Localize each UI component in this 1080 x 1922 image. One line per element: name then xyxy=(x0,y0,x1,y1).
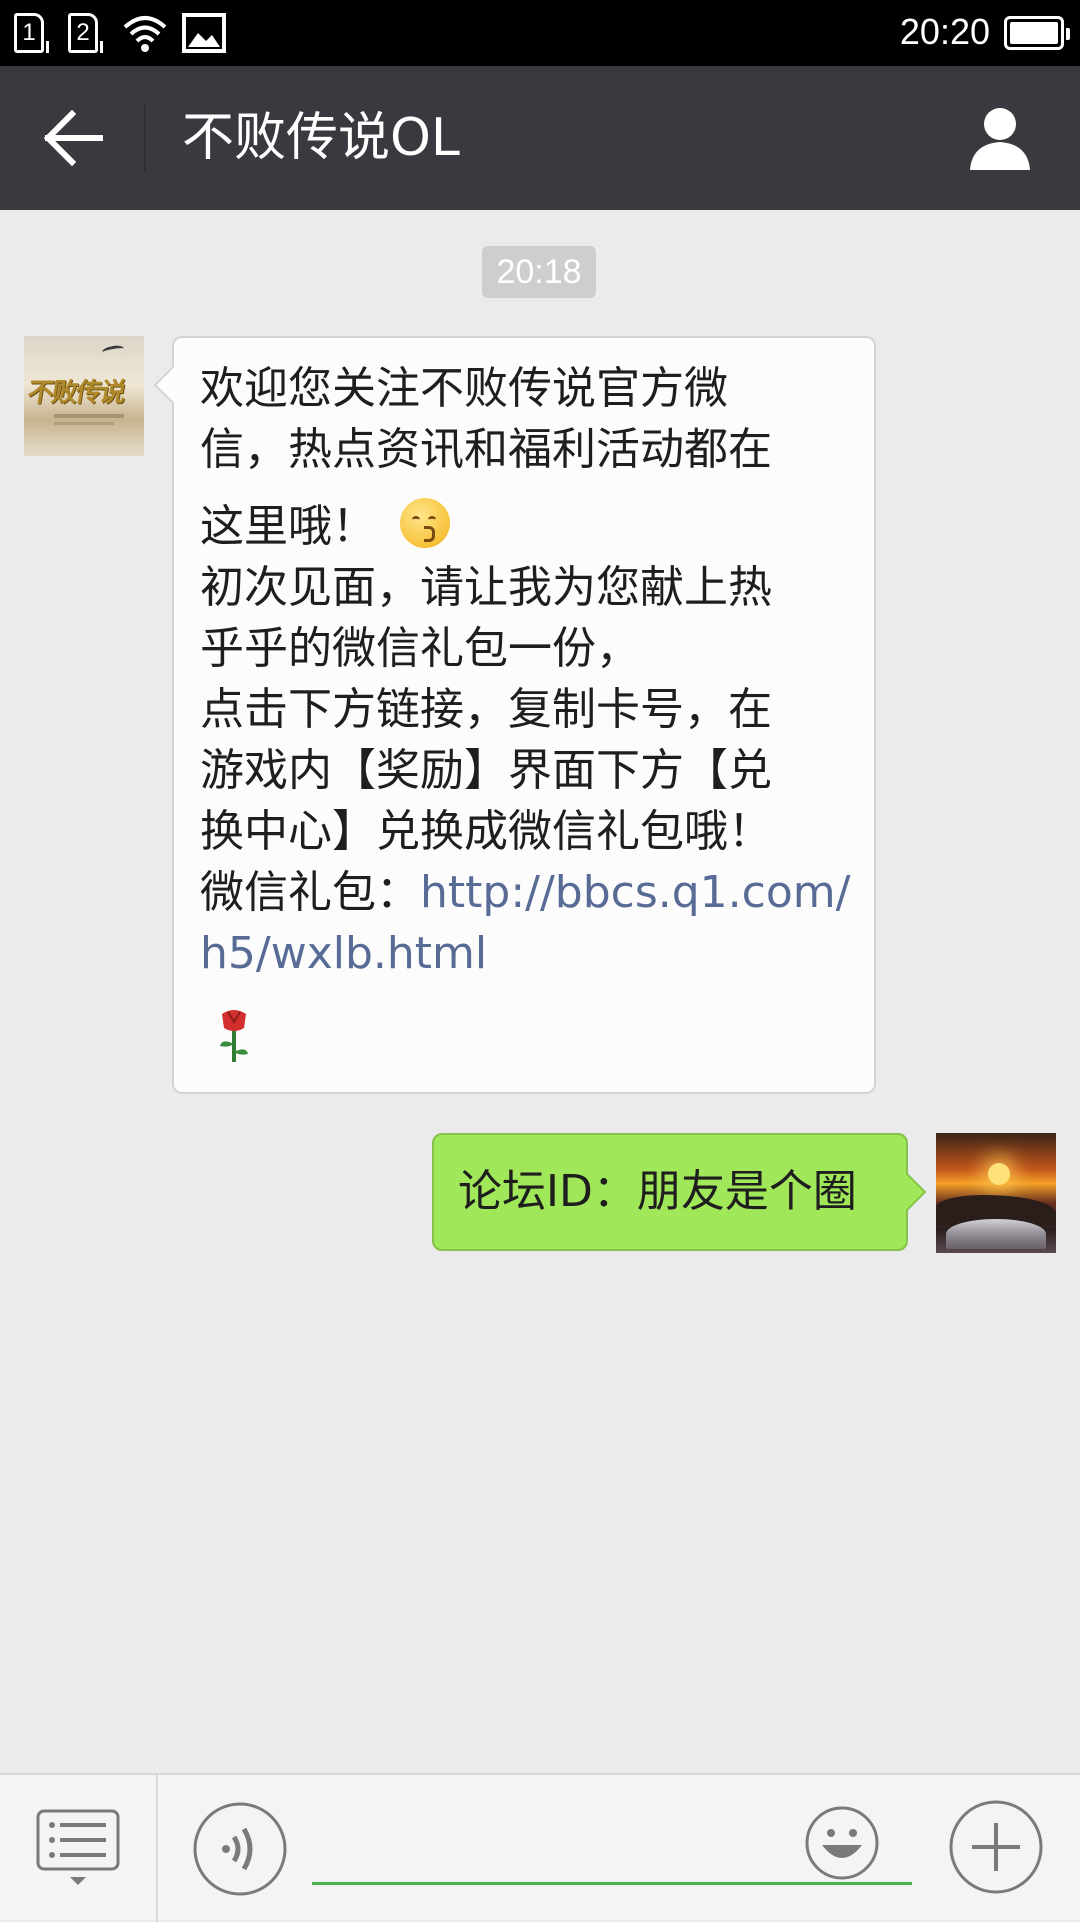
message-timestamp: 20:18 xyxy=(482,246,596,298)
message-line-with-emoji: 这里哦！ xyxy=(200,496,860,557)
image-notification-icon xyxy=(182,13,226,53)
kissing-face-icon xyxy=(400,498,450,548)
message-line: 初次见面，请让我为您献上热 xyxy=(200,562,772,613)
wifi-icon xyxy=(123,16,167,52)
gift-label: 微信礼包： xyxy=(200,867,420,918)
menu-list-icon[interactable] xyxy=(36,1809,120,1889)
chat-header: 不败传说OL xyxy=(0,66,1080,210)
outgoing-message-text: 论坛ID：朋友是个圈 xyxy=(458,1166,857,1217)
plus-icon[interactable] xyxy=(948,1799,1044,1895)
message-line: 信，热点资讯和福利活动都在 xyxy=(200,424,772,475)
gift-link[interactable]: http://bbcs.q1.com/ xyxy=(420,867,850,918)
person-icon[interactable] xyxy=(964,102,1036,174)
smiley-icon[interactable] xyxy=(804,1805,880,1881)
sim2-icon: 2 xyxy=(68,13,103,53)
my-avatar[interactable] xyxy=(936,1133,1056,1253)
message-line: 点击下方链接，复制卡号，在 xyxy=(200,684,772,735)
status-time: 20:20 xyxy=(899,11,990,52)
chat-title: 不败传说OL xyxy=(182,108,460,168)
sim2-label: 2 xyxy=(76,19,90,46)
header-divider xyxy=(144,104,146,172)
incoming-message-bubble[interactable]: 欢迎您关注不败传说官方微 信，热点资讯和福利活动都在 这里哦！ 初次见面，请让我… xyxy=(172,336,876,1094)
message-line: 换中心】兑换成微信礼包哦！ xyxy=(200,806,772,857)
battery-icon xyxy=(1004,16,1070,50)
status-bar: 1 2 20:20 xyxy=(0,0,1080,66)
sim1-icon: 1 xyxy=(14,13,49,53)
message-line: 游戏内【奖励】界面下方【兑 xyxy=(200,745,772,796)
outgoing-message-bubble[interactable]: 论坛ID：朋友是个圈 xyxy=(432,1133,908,1251)
voice-icon[interactable] xyxy=(192,1801,288,1897)
sim1-label: 1 xyxy=(22,19,36,46)
gift-link-line: 微信礼包：http://bbcs.q1.com/ xyxy=(200,862,860,923)
rose-icon xyxy=(220,1010,248,1062)
gift-link-continued[interactable]: h5/wxlb.html xyxy=(200,923,860,984)
input-bar xyxy=(0,1773,1080,1922)
message-line: 乎乎的微信礼包一份， xyxy=(200,623,640,674)
avatar-logo-art: 不败传说 xyxy=(25,378,127,408)
arrow-left-icon[interactable] xyxy=(38,106,108,170)
incoming-message-text: 欢迎您关注不败传说官方微 信，热点资讯和福利活动都在 这里哦！ 初次见面，请让我… xyxy=(200,358,860,984)
input-bar-divider xyxy=(156,1775,158,1922)
message-line: 欢迎您关注不败传说官方微 xyxy=(200,363,728,414)
message-line: 这里哦！ xyxy=(200,501,376,552)
sender-avatar[interactable]: 不败传说 xyxy=(24,336,144,456)
